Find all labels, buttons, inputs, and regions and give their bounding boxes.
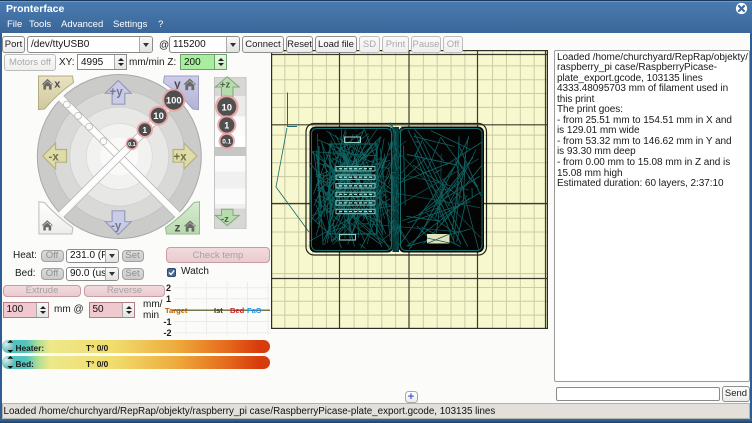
svg-text:-1: -1	[164, 317, 172, 327]
svg-text:FaO: FaO	[247, 306, 262, 315]
svg-text:-y: -y	[111, 221, 122, 233]
svg-text:0.1: 0.1	[222, 139, 231, 146]
svg-text:2: 2	[166, 283, 171, 293]
svg-text:z: z	[175, 221, 181, 235]
svg-text:Ist: Ist	[214, 306, 223, 315]
svg-text:1: 1	[166, 294, 171, 304]
svg-text:Target: Target	[165, 306, 188, 315]
svg-text:10: 10	[153, 111, 164, 122]
svg-text:-z: -z	[221, 214, 229, 225]
svg-text:+y: +y	[110, 87, 124, 99]
svg-text:-x: -x	[49, 152, 60, 164]
svg-text:Bed: Bed	[230, 306, 245, 315]
svg-text:0.1: 0.1	[128, 142, 136, 148]
svg-text:100: 100	[166, 96, 182, 107]
svg-text:1: 1	[224, 120, 229, 130]
svg-text:+z: +z	[220, 80, 231, 91]
svg-text:+x: +x	[174, 152, 188, 164]
svg-text:-2: -2	[164, 328, 172, 336]
svg-text:1: 1	[142, 125, 147, 135]
svg-text:x: x	[54, 78, 61, 90]
svg-text:10: 10	[222, 102, 233, 113]
